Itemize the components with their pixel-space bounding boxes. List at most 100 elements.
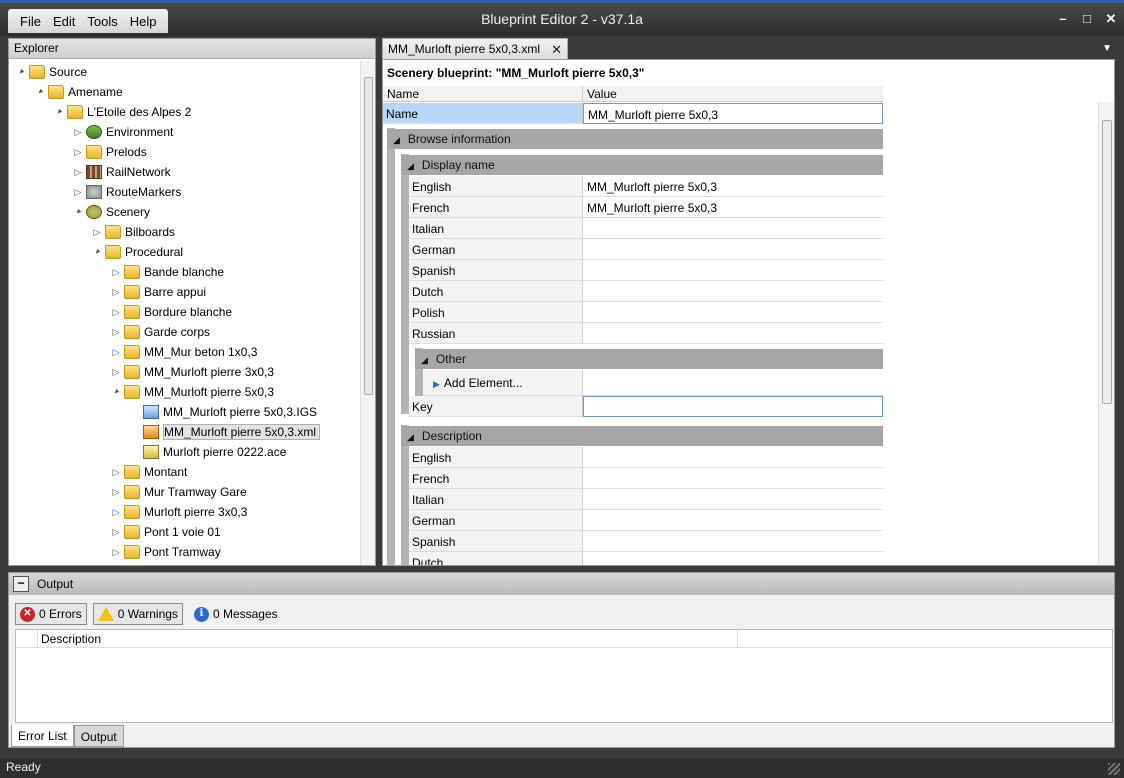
collapse-arrow-icon[interactable]: ◢ — [407, 161, 414, 171]
property-value-field[interactable]: MM_Murloft pierre 5x0,3 — [583, 176, 883, 197]
close-icon[interactable]: ✕ — [1104, 11, 1118, 27]
property-value-field[interactable] — [583, 510, 883, 531]
property-value-field[interactable] — [583, 281, 883, 302]
group-title: Browse information — [407, 132, 511, 146]
document-tab[interactable]: MM_Murloft pierre 5x0,3.xml ✕ — [382, 38, 568, 59]
collapse-arrow-icon[interactable]: ▲ — [15, 66, 27, 78]
property-value-field[interactable] — [583, 531, 883, 552]
tree-node[interactable]: ▷ RailNetwork — [72, 163, 171, 181]
maximize-icon[interactable]: □ — [1080, 11, 1094, 27]
tree-node[interactable]: MM_Murloft pierre 5x0,3.IGS — [129, 403, 317, 421]
property-scrollbar[interactable] — [1098, 102, 1114, 565]
scrollbar-thumb[interactable] — [1102, 120, 1112, 404]
resize-grip-icon[interactable] — [1108, 763, 1120, 775]
collapse-arrow-icon[interactable]: ▲ — [110, 386, 122, 398]
expand-arrow-icon[interactable]: ▷ — [110, 327, 122, 338]
add-element-button[interactable]: ▶ Add Element... — [423, 370, 583, 396]
property-label: Dutch — [409, 281, 583, 302]
tree-node[interactable]: ▷ Bande blanche — [110, 263, 224, 281]
tree-node[interactable]: ▲ Source — [15, 63, 87, 81]
expand-arrow-icon[interactable]: ▷ — [110, 347, 122, 358]
tree-node[interactable]: ▷ Barre appui — [110, 283, 206, 301]
property-value-field[interactable] — [583, 260, 883, 281]
tree-node[interactable]: ▷ MM_Murloft pierre 3x0,3 — [110, 363, 274, 381]
property-value-field[interactable] — [583, 489, 883, 510]
tree-node[interactable]: ▷ MM_Mur beton 1x0,3 — [110, 343, 257, 361]
collapse-arrow-icon[interactable]: ◢ — [407, 432, 414, 442]
expand-arrow-icon[interactable]: ▷ — [72, 147, 84, 158]
expand-arrow-icon[interactable]: ▷ — [110, 527, 122, 538]
tree-node[interactable]: ▷ Bordure blanche — [110, 303, 232, 321]
tab-dropdown-icon[interactable]: ▼ — [1102, 43, 1112, 54]
tree-node[interactable]: ▷ Pont Tramway — [110, 543, 221, 561]
display-name-header[interactable]: ◢ Display name — [401, 155, 883, 175]
tree-node[interactable]: ▷ Mur Tramway Gare — [110, 483, 247, 501]
tree-node[interactable]: Murloft pierre 0222.ace — [129, 443, 286, 461]
property-value-field[interactable]: MM_Murloft pierre 5x0,3 — [583, 197, 883, 218]
tree-node[interactable]: ▷ Montant — [110, 463, 187, 481]
property-value-field[interactable] — [583, 468, 883, 489]
property-value-field[interactable] — [583, 239, 883, 260]
value-column-header[interactable]: Value — [583, 86, 621, 101]
collapse-arrow-icon[interactable]: ◢ — [393, 135, 400, 145]
tree-node[interactable]: ▷ Environment — [72, 123, 173, 141]
close-tab-icon[interactable]: ✕ — [551, 42, 562, 57]
expand-arrow-icon[interactable]: ▷ — [110, 507, 122, 518]
collapse-arrow-icon[interactable]: ▲ — [91, 246, 103, 258]
expand-arrow-icon[interactable]: ▷ — [91, 227, 103, 238]
property-label: German — [409, 239, 583, 260]
tree-node[interactable]: ▲ Amename — [34, 83, 123, 101]
expand-arrow-icon[interactable]: ▷ — [72, 187, 84, 198]
tree-node[interactable]: ▷ Garde corps — [110, 323, 210, 341]
browse-information-header[interactable]: ◢ Browse information — [387, 129, 883, 149]
error-type-column[interactable] — [16, 630, 38, 647]
expand-arrow-icon[interactable]: ▷ — [110, 307, 122, 318]
collapse-arrow-icon[interactable]: ▲ — [53, 106, 65, 118]
expand-arrow-icon[interactable]: ▷ — [110, 267, 122, 278]
explorer-panel: Explorer ▲ Source ▲ Amename ▲ L'Etoile des Al… — [8, 38, 376, 566]
tree-node[interactable]: ▷ Murloft pierre 3x0,3 — [110, 503, 247, 521]
tree-node[interactable]: ▲ Procedural — [91, 243, 183, 261]
tab-output[interactable]: Output — [73, 725, 124, 747]
tab-error-list[interactable]: Error List — [11, 725, 74, 747]
expand-arrow-icon[interactable]: ▷ — [72, 127, 84, 138]
messages-filter-button[interactable]: i 0 Messages — [189, 603, 283, 625]
tree-node[interactable]: ▷ Pont 1 voie 01 — [110, 523, 221, 541]
warnings-filter-button[interactable]: 0 Warnings — [92, 603, 183, 625]
window-controls: – □ ✕ — [1056, 11, 1118, 27]
expand-arrow-icon[interactable]: ▷ — [110, 487, 122, 498]
tree-node[interactable]: ▷ Prelods — [72, 143, 147, 161]
property-value-field[interactable] — [583, 218, 883, 239]
tree-node[interactable]: ▲ L'Etoile des Alpes 2 — [53, 103, 191, 121]
explorer-scrollbar[interactable] — [360, 61, 375, 565]
tree-node[interactable]: ▲ MM_Murloft pierre 5x0,3 — [110, 383, 274, 401]
minimize-icon[interactable]: – — [1056, 11, 1070, 27]
collapse-arrow-icon[interactable]: ▲ — [34, 86, 46, 98]
errors-filter-button[interactable]: ✕ 0 Errors — [15, 603, 87, 625]
expand-arrow-icon[interactable]: ▷ — [110, 547, 122, 558]
property-value-field[interactable] — [583, 302, 883, 323]
property-value-field[interactable] — [583, 552, 883, 565]
collapse-icon[interactable]: − — [13, 576, 29, 592]
description-column-header[interactable]: Description — [38, 630, 738, 647]
property-value-field[interactable]: MM_Murloft pierre 5x0,3 — [583, 103, 883, 124]
description-header[interactable]: ◢ Description — [401, 426, 883, 446]
tree-node[interactable]: ▷ RouteMarkers — [72, 183, 181, 201]
tree-node-label: Garde corps — [144, 325, 211, 339]
expand-arrow-icon[interactable]: ▷ — [110, 367, 122, 378]
expand-arrow-icon[interactable]: ▷ — [72, 167, 84, 178]
tree-node[interactable]: ▷ Bilboards — [91, 223, 175, 241]
tree-node-label: L'Etoile des Alpes 2 — [87, 105, 192, 119]
collapse-arrow-icon[interactable]: ◢ — [421, 355, 428, 365]
collapse-arrow-icon[interactable]: ▲ — [72, 206, 84, 218]
property-value-field[interactable] — [583, 396, 883, 417]
property-value-field[interactable] — [583, 323, 883, 344]
expand-arrow-icon[interactable]: ▷ — [110, 287, 122, 298]
property-value-field[interactable] — [583, 447, 883, 468]
other-header[interactable]: ◢ Other — [415, 349, 883, 369]
name-column-header[interactable]: Name — [383, 86, 583, 101]
tree-node[interactable]: ▲ Scenery — [72, 203, 150, 221]
expand-arrow-icon[interactable]: ▷ — [110, 467, 122, 478]
tree-node[interactable]: MM_Murloft pierre 5x0,3.xml — [129, 423, 321, 441]
scrollbar-thumb[interactable] — [364, 77, 373, 395]
